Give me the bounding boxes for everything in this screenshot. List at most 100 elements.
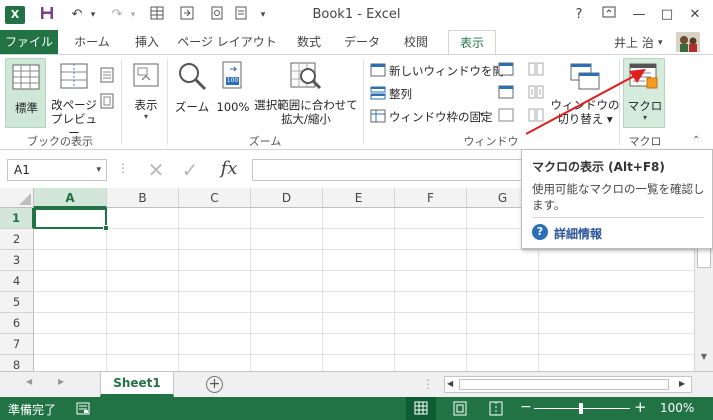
page-break-status-icon[interactable] <box>484 397 508 420</box>
gridline <box>34 312 694 313</box>
new-window-label: 新しいウィンドウを開く <box>389 64 516 78</box>
custom-views-icon[interactable] <box>100 93 116 109</box>
unhide-window-icon[interactable] <box>498 108 514 122</box>
help-icon: ? <box>532 224 548 240</box>
tab-page-layout[interactable]: ページ レイアウト <box>174 30 280 54</box>
zoom-level[interactable]: 100% <box>660 401 694 415</box>
new-sheet-icon[interactable]: + <box>206 376 223 393</box>
horizontal-scroll-thumb[interactable] <box>459 379 669 390</box>
macro-recording-icon[interactable] <box>76 402 90 415</box>
ribbon-display-options-icon[interactable] <box>596 4 622 26</box>
show-icon <box>132 62 160 91</box>
scroll-left-icon[interactable]: ◀ <box>447 379 453 388</box>
zoom-100-label: 100% <box>216 100 250 114</box>
tab-split-grip-icon[interactable]: ⋮ <box>422 377 434 391</box>
show-label: 表示 <box>134 98 158 112</box>
user-name[interactable]: 井上 治 <box>614 34 654 51</box>
tab-formulas[interactable]: 数式 <box>286 30 332 54</box>
arrange-all-icon <box>370 86 386 103</box>
gridline <box>394 208 395 371</box>
scroll-right-icon[interactable]: ▶ <box>679 379 685 388</box>
avatar[interactable] <box>676 32 700 52</box>
zoom-to-selection-label-1: 選択範囲に合わせて <box>254 98 358 112</box>
minimize-icon[interactable]: — <box>626 4 652 26</box>
tab-data[interactable]: データ <box>338 30 386 54</box>
fill-handle[interactable] <box>103 225 109 231</box>
name-box[interactable]: A1 ▾ <box>7 159 107 181</box>
close-icon[interactable]: ✕ <box>682 4 708 26</box>
gridline <box>34 270 694 271</box>
magnifier-icon <box>176 60 208 95</box>
status-bar: 準備完了 − + 100% <box>0 397 713 420</box>
cancel-icon[interactable]: ✕ <box>142 159 170 181</box>
sheet-tab[interactable]: Sheet1 <box>100 372 174 397</box>
hide-window-icon[interactable] <box>498 85 514 99</box>
tab-view[interactable]: 表示 <box>448 30 496 55</box>
zoom-out-icon[interactable]: − <box>520 399 532 415</box>
tooltip-more-info-link[interactable]: 詳細情報 <box>554 225 602 242</box>
tab-insert[interactable]: 挿入 <box>124 30 170 54</box>
column-header[interactable]: D <box>251 188 323 208</box>
gridline <box>322 208 323 371</box>
column-header[interactable]: C <box>179 188 251 208</box>
freeze-panes-button[interactable]: ウィンドウ枠の固定 ▾ <box>368 107 493 126</box>
scroll-sheets-left-icon[interactable]: ◀ <box>26 377 32 386</box>
gridline <box>178 208 179 371</box>
ribbon-tabs: ファイル ホーム 挿入 ページ レイアウト 数式 データ 校閲 表示 井上 治 … <box>0 30 713 55</box>
normal-view-icon <box>12 64 40 93</box>
column-header[interactable]: A <box>34 188 107 208</box>
collapse-ribbon-icon[interactable]: ⌃ <box>692 135 700 146</box>
gridline <box>106 208 107 371</box>
user-dropdown-icon[interactable]: ▾ <box>658 38 663 48</box>
active-cell[interactable] <box>34 208 107 229</box>
row-header[interactable]: 2 <box>0 229 34 250</box>
page-layout-view-icon[interactable] <box>100 67 116 83</box>
horizontal-scrollbar[interactable]: ◀ ▶ <box>444 376 692 393</box>
zoom-to-selection-button[interactable]: 選択範囲に合わせて 拡大/縮小 <box>254 58 358 128</box>
zoom-100-icon: 100 <box>221 61 245 91</box>
normal-view-status-button[interactable] <box>406 397 436 420</box>
tooltip-divider <box>532 217 704 218</box>
tab-home[interactable]: ホーム <box>64 30 120 54</box>
annotation-arrow <box>525 69 646 135</box>
insert-function-icon[interactable]: fx <box>214 156 244 182</box>
normal-view-button[interactable]: 標準 <box>5 58 46 128</box>
enter-icon[interactable]: ✓ <box>176 159 204 181</box>
group-separator <box>121 59 122 145</box>
zoom-in-icon[interactable]: + <box>634 398 647 416</box>
show-button[interactable]: 表示 ▾ <box>127 58 165 128</box>
scroll-down-icon[interactable]: ▼ <box>695 352 713 361</box>
page-break-preview-button[interactable]: 改ページ プレビュー <box>50 58 98 140</box>
row-header[interactable]: 8 <box>0 355 34 371</box>
gridline <box>34 333 694 334</box>
row-header[interactable]: 6 <box>0 313 34 334</box>
zoom-100-button[interactable]: 100 100% <box>214 58 252 128</box>
column-header[interactable]: F <box>395 188 467 208</box>
tab-review[interactable]: 校閲 <box>392 30 440 54</box>
tooltip-body: 使用可能なマクロの一覧を確認します。 <box>532 182 705 212</box>
tab-file[interactable]: ファイル <box>0 30 58 54</box>
scroll-sheets-right-icon[interactable]: ▶ <box>58 377 64 386</box>
zoom-label: ズーム <box>174 100 210 114</box>
split-icon[interactable] <box>498 62 514 76</box>
gridline <box>34 291 694 292</box>
row-header[interactable]: 1 <box>0 208 34 229</box>
row-header[interactable]: 4 <box>0 271 34 292</box>
select-all-button[interactable] <box>0 188 34 208</box>
row-header[interactable]: 7 <box>0 334 34 355</box>
page-layout-status-icon[interactable] <box>448 397 472 420</box>
row-header[interactable]: 5 <box>0 292 34 313</box>
maximize-icon[interactable]: □ <box>654 4 680 26</box>
arrange-all-button[interactable]: 整列 <box>368 84 428 102</box>
column-header[interactable]: B <box>107 188 179 208</box>
help-button[interactable]: ? <box>566 4 592 26</box>
row-header[interactable]: 3 <box>0 250 34 271</box>
column-header[interactable]: E <box>323 188 395 208</box>
zoom-button[interactable]: ズーム <box>172 58 212 128</box>
new-window-button[interactable]: 新しいウィンドウを開く <box>368 61 516 79</box>
freeze-panes-icon <box>370 109 386 126</box>
zoom-slider-thumb[interactable] <box>579 403 583 414</box>
title-bar: X ↶ ▾ ↷ ▾ ▾ Book1 - Excel ? — □ ✕ <box>0 0 713 30</box>
zoom-100-icon-text: 100 <box>226 77 239 84</box>
sheet-tabs-bar: ◀ ▶ Sheet1 + ⋮ ◀ ▶ <box>0 371 713 397</box>
